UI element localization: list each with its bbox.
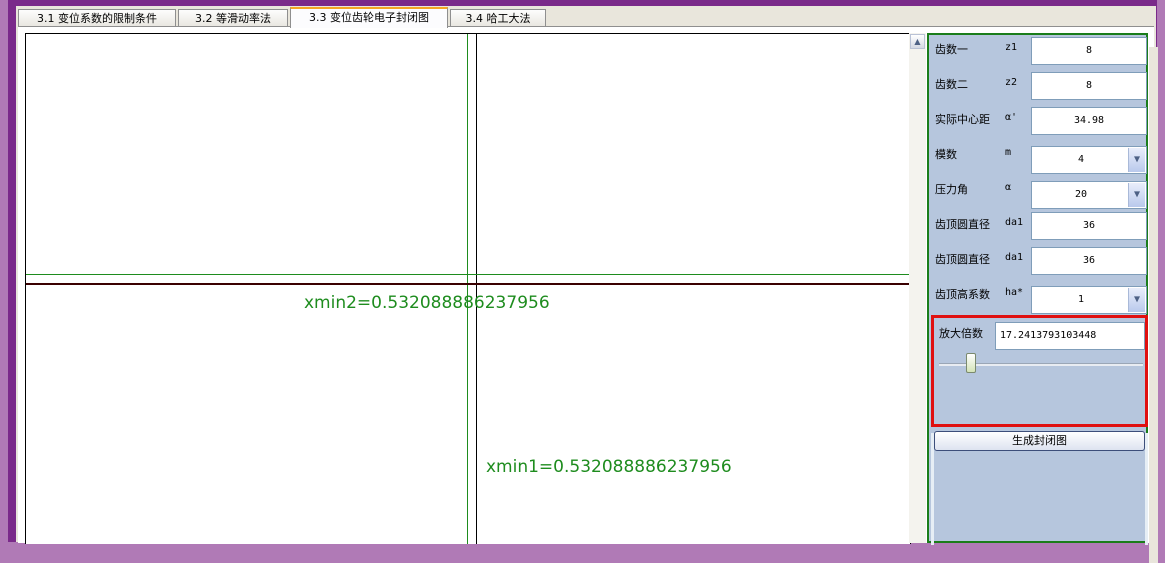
param-label: 实际中心距 [935,113,990,126]
app-window: 3.1 变位系数的限制条件 3.2 等滑动率法 3.3 变位齿轮电子封闭图 3.… [16,6,1158,563]
param-symbol: m [1005,147,1012,158]
zoom-slider-thumb[interactable] [966,353,977,373]
vertical-scrollbar[interactable]: ▲ [909,33,926,543]
param-symbol: z2 [1005,77,1018,88]
tip-diameter-1-input[interactable]: 36 [1031,212,1147,240]
generate-diagram-button[interactable]: 生成封闭图 [934,431,1145,451]
param-symbol: ha* [1005,287,1024,298]
tab-limit-conditions[interactable]: 3.1 变位系数的限制条件 [18,9,176,27]
tab-equal-sliding[interactable]: 3.2 等滑动率法 [178,9,288,27]
closed-diagram-canvas[interactable]: xmin2=0.532088886237956 xmin1=0.53208888… [25,33,911,544]
module-value: 4 [1077,154,1085,165]
param-label: 齿顶圆直径 [935,253,990,266]
param-symbol: α [1005,182,1012,193]
scroll-up-icon[interactable]: ▲ [910,34,925,49]
parameter-panel: 齿数一 z1 8 齿数二 z2 8 实际中心距 α' 34.98 模数 m 4 … [927,33,1149,545]
param-symbol: da1 [1005,217,1024,228]
param-row-tip-diameter-1: 齿顶圆直径 da1 36 [935,212,1149,244]
z2-input[interactable]: 8 [1031,72,1147,100]
addendum-coef-select[interactable]: 1 ▼ [1031,286,1147,314]
param-symbol: z1 [1005,42,1018,53]
param-label: 压力角 [935,183,968,196]
right-edge-strip [1149,47,1158,563]
xmin2-vertical-line [467,34,468,544]
param-label: 齿数一 [935,43,968,56]
param-row-z2: 齿数二 z2 8 [935,72,1149,104]
param-symbol: da1 [1005,252,1024,263]
pressure-angle-select[interactable]: 20 ▼ [1031,181,1147,209]
param-label: 齿顶圆直径 [935,218,990,231]
xmin1-horizontal-line [26,274,910,275]
xmin2-label: xmin2=0.532088886237956 [304,293,550,313]
center-horizontal-line [26,283,910,285]
param-label: 齿数二 [935,78,968,91]
param-row-addendum-coef: 齿顶高系数 ha* 1 ▼ [935,284,1149,314]
addendum-coef-value: 1 [1077,294,1085,305]
chevron-down-icon[interactable]: ▼ [1128,288,1145,312]
tab-panel: xmin2=0.532088886237956 xmin1=0.53208888… [18,26,1158,563]
zoom-group: 放大倍数 17.2413793103448 [931,315,1148,427]
param-row-tip-diameter-2: 齿顶圆直径 da1 36 [935,247,1149,279]
param-row-module: 模数 m 4 ▼ [935,144,1149,174]
z1-input[interactable]: 8 [1031,37,1147,65]
xmin1-label: xmin1=0.532088886237956 [486,457,732,477]
chevron-down-icon[interactable]: ▼ [1128,183,1145,207]
center-distance-input[interactable]: 34.98 [1031,107,1147,135]
param-label: 模数 [935,148,957,161]
zoom-label: 放大倍数 [939,327,983,340]
tab-hit-method[interactable]: 3.4 哈工大法 [450,9,546,27]
param-row-z1: 齿数一 z1 8 [935,37,1149,69]
center-vertical-line [476,34,477,544]
param-row-pressure-angle: 压力角 α 20 ▼ [935,179,1149,209]
tip-diameter-2-input[interactable]: 36 [1031,247,1147,275]
chevron-down-icon[interactable]: ▼ [1128,148,1145,172]
param-row-center-distance: 实际中心距 α' 34.98 [935,107,1149,139]
param-label: 齿顶高系数 [935,288,990,301]
param-symbol: α' [1005,112,1018,123]
pressure-angle-value: 20 [1074,189,1088,200]
zoom-input[interactable]: 17.2413793103448 [995,322,1145,350]
tab-closed-diagram[interactable]: 3.3 变位齿轮电子封闭图 [290,7,448,28]
module-select[interactable]: 4 ▼ [1031,146,1147,174]
